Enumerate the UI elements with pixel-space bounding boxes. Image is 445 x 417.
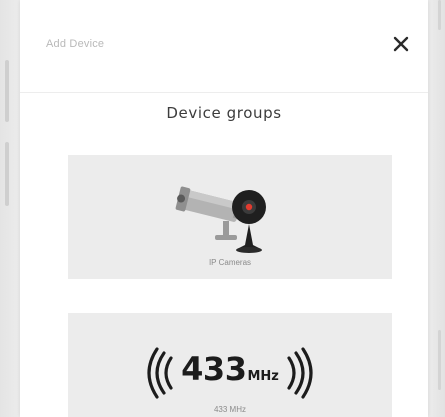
signal-waves-right-icon [287, 347, 313, 399]
add-device-modal: Add Device Device groups IP Cameras 433M… [20, 0, 428, 417]
frequency-number: 433 [181, 350, 247, 388]
backdrop-left [0, 0, 20, 417]
device-group-card-433mhz[interactable]: 433MHz 433 MHz [68, 313, 392, 417]
signal-waves-left-icon [147, 347, 173, 399]
device-group-label: IP Cameras [208, 258, 252, 267]
ip-camera-icon [68, 177, 392, 255]
modal-title: Add Device [46, 38, 105, 50]
device-groups-heading: Device groups [166, 104, 282, 122]
modal-header: Add Device [20, 0, 428, 93]
frequency-badge-text: 433MHz [181, 343, 279, 403]
backdrop-right [428, 0, 445, 417]
device-group-label: 433 MHz [213, 405, 246, 414]
radio-433mhz-icon: 433MHz [68, 343, 392, 399]
close-button[interactable] [388, 31, 414, 57]
frequency-unit: MHz [247, 369, 279, 384]
device-group-card-ip-cameras[interactable]: IP Cameras [68, 155, 392, 279]
close-icon [393, 36, 409, 52]
